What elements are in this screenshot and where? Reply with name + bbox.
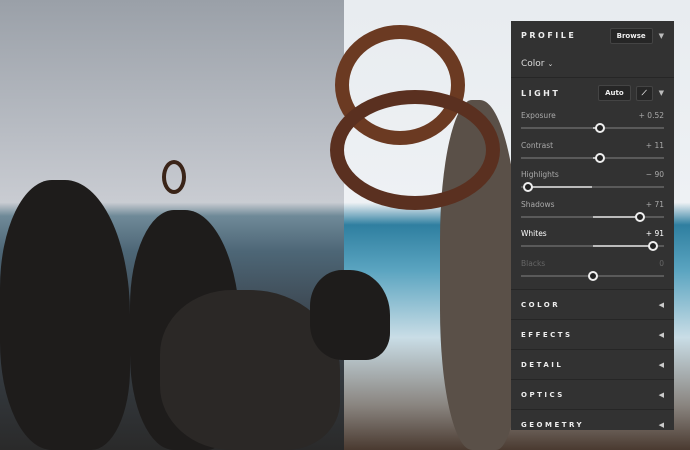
section-title: DETAIL bbox=[521, 360, 564, 369]
slider-blacks: Blacks 0 bbox=[511, 256, 674, 286]
collapse-triangle-icon[interactable]: ▼ bbox=[659, 89, 664, 97]
expand-triangle-icon: ◀ bbox=[658, 330, 664, 339]
expand-triangle-icon: ◀ bbox=[658, 390, 664, 399]
slider-label: Contrast bbox=[521, 140, 554, 150]
slider-value[interactable]: − 90 bbox=[646, 170, 664, 179]
slider-shadows: Shadows + 71 bbox=[511, 197, 674, 227]
profile-dropdown[interactable]: Color ⌄ bbox=[511, 50, 674, 78]
slider-knob[interactable] bbox=[587, 270, 598, 281]
slider-value[interactable]: + 71 bbox=[646, 200, 664, 209]
slider-value[interactable]: + 91 bbox=[646, 229, 664, 238]
sculpture bbox=[330, 90, 500, 210]
slider-value[interactable]: + 0.52 bbox=[639, 111, 664, 120]
profile-title: PROFILE bbox=[521, 31, 577, 40]
sculpture bbox=[162, 160, 186, 194]
slider-knob[interactable] bbox=[594, 123, 605, 133]
slider-track[interactable] bbox=[521, 182, 664, 192]
profile-value: Color bbox=[521, 58, 545, 69]
slider-track[interactable] bbox=[521, 152, 664, 163]
tone-curve-icon[interactable]: ⟋ bbox=[635, 85, 653, 101]
expand-triangle-icon: ◀ bbox=[658, 360, 664, 369]
slider-value[interactable]: + 11 bbox=[646, 141, 664, 150]
slider-knob[interactable] bbox=[523, 182, 534, 192]
section-title: GEOMETRY bbox=[521, 420, 585, 429]
slider-value[interactable]: 0 bbox=[659, 259, 664, 268]
expand-triangle-icon: ◀ bbox=[658, 420, 664, 429]
slider-label: Whites bbox=[521, 229, 547, 238]
light-title: LIGHT bbox=[521, 88, 561, 98]
profile-header: PROFILE Browse ▼ bbox=[511, 21, 674, 50]
collapse-triangle-icon[interactable]: ▼ bbox=[659, 32, 664, 40]
slider-label: Shadows bbox=[521, 199, 555, 209]
expand-triangle-icon: ◀ bbox=[658, 300, 664, 309]
section-detail[interactable]: DETAIL ◀ bbox=[511, 349, 674, 379]
section-geometry[interactable]: GEOMETRY ◀ bbox=[511, 409, 674, 430]
chevron-down-icon: ⌄ bbox=[547, 59, 554, 68]
browse-button[interactable]: Browse bbox=[609, 27, 653, 44]
auto-button[interactable]: Auto bbox=[598, 85, 631, 101]
section-color[interactable]: COLOR ◀ bbox=[511, 289, 674, 319]
slider-contrast: Contrast + 11 bbox=[511, 138, 674, 168]
section-title: OPTICS bbox=[521, 390, 565, 399]
rock bbox=[0, 180, 130, 450]
section-title: EFFECTS bbox=[521, 330, 573, 339]
rock bbox=[310, 270, 390, 360]
slider-knob[interactable] bbox=[594, 152, 605, 163]
slider-track[interactable] bbox=[521, 123, 664, 133]
slider-label: Blacks bbox=[521, 258, 546, 268]
slider-exposure: Exposure + 0.52 bbox=[511, 108, 674, 138]
edit-panel: PROFILE Browse ▼ Color ⌄ LIGHT Auto ⟋ ▼ Expo… bbox=[511, 21, 674, 430]
slider-whites: Whites + 91 bbox=[511, 226, 674, 256]
light-header: LIGHT Auto ⟋ ▼ bbox=[511, 78, 674, 108]
slider-track[interactable] bbox=[521, 241, 664, 251]
slider-knob[interactable] bbox=[647, 241, 658, 251]
slider-label: Exposure bbox=[521, 111, 556, 120]
slider-label: Highlights bbox=[521, 170, 559, 179]
slider-track[interactable] bbox=[521, 211, 664, 222]
section-effects[interactable]: EFFECTS ◀ bbox=[511, 319, 674, 349]
section-optics[interactable]: OPTICS ◀ bbox=[511, 379, 674, 409]
section-title: COLOR bbox=[521, 300, 561, 309]
slider-track[interactable] bbox=[521, 270, 664, 281]
slider-highlights: Highlights − 90 bbox=[511, 167, 674, 197]
slider-knob[interactable] bbox=[634, 211, 645, 222]
